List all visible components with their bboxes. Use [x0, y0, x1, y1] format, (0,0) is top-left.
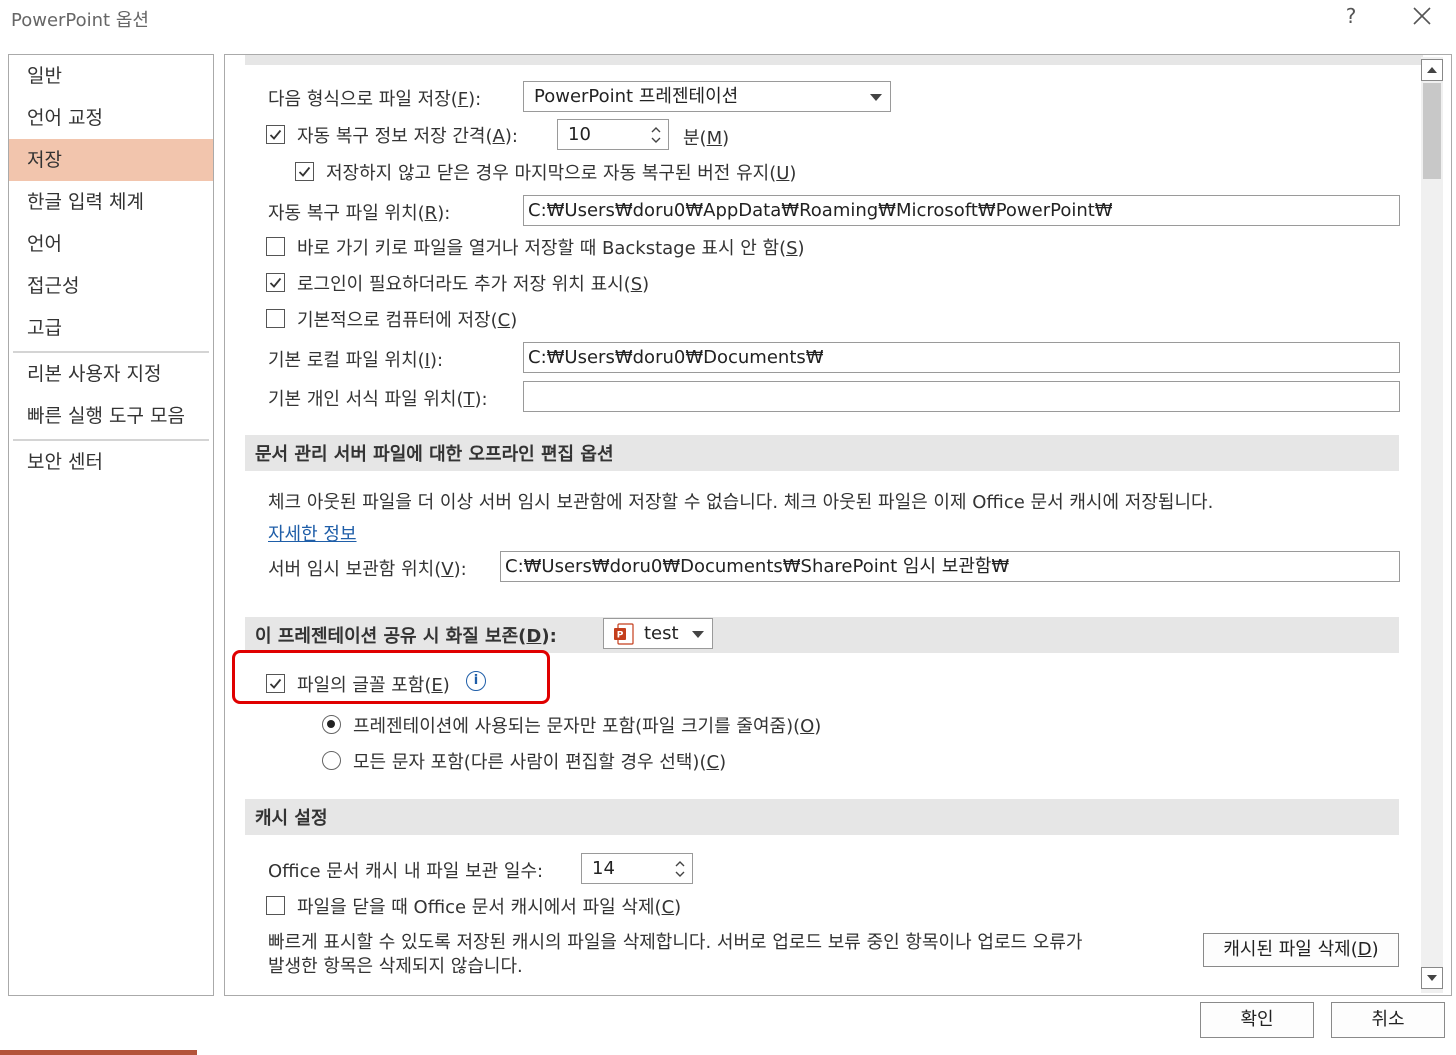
checkmark-icon: [298, 166, 311, 177]
autorecover-location-label: 자동 복구 파일 위치(R):: [268, 203, 451, 224]
backstage-label: 바로 가기 키로 파일을 열거나 저장할 때 Backstage 표시 안 함(…: [297, 238, 805, 259]
offline-description: 체크 아웃된 파일을 더 이상 서버 임시 보관함에 저장할 수 없습니다. 체…: [268, 492, 1214, 513]
local-location-input[interactable]: C:₩Users₩doru0₩Documents₩: [523, 342, 1400, 373]
fidelity-title: 이 프레젠테이션 공유 시 화질 보존(D):: [255, 626, 557, 647]
autorecover-location-input[interactable]: C:₩Users₩doru0₩AppData₩Roaming₩Microsoft…: [523, 195, 1400, 226]
template-location-label: 기본 개인 서식 파일 위치(T):: [268, 389, 488, 410]
sidebar-item-save[interactable]: 저장: [9, 139, 213, 181]
embed-used-chars-label: 프레젠테이션에 사용되는 문자만 포함(파일 크기를 줄여줌)(O): [353, 716, 822, 737]
help-button[interactable]: ?: [1338, 4, 1364, 32]
sidebar-item-accessibility[interactable]: 접근성: [9, 265, 213, 307]
scroll-up-button[interactable]: [1421, 59, 1443, 81]
chevron-down-icon: [692, 631, 704, 638]
cache-days-value: 14: [592, 858, 615, 879]
save-to-computer-label: 기본적으로 컴퓨터에 저장(C): [297, 310, 518, 331]
sidebar-item-korean-input[interactable]: 한글 입력 체계: [9, 181, 213, 223]
delete-cached-files-button[interactable]: 캐시된 파일 삭제(D): [1203, 933, 1399, 967]
autorecover-checkbox[interactable]: [266, 125, 285, 144]
sidebar-item-language[interactable]: 언어: [9, 223, 213, 265]
cache-description-line-1: 빠르게 표시할 수 있도록 저장된 캐시의 파일을 삭제합니다. 서버로 업로드…: [268, 932, 1083, 953]
additional-places-label: 로그인이 필요하더라도 추가 저장 위치 표시(S): [297, 274, 650, 295]
cache-description-line-2: 발생한 항목은 삭제되지 않습니다.: [268, 956, 523, 977]
save-format-label: 다음 형식으로 파일 저장(F):: [268, 89, 482, 110]
save-format-dropdown[interactable]: PowerPoint 프레젠테이션: [523, 81, 891, 112]
ok-button[interactable]: 확인: [1200, 1002, 1314, 1038]
taskbar-edge: [0, 1050, 197, 1055]
save-to-computer-checkbox[interactable]: [266, 309, 285, 328]
autorecover-label: 자동 복구 정보 저장 간격(A):: [297, 126, 518, 147]
spinner-arrows-icon[interactable]: [674, 857, 686, 881]
autorecover-minutes-stepper[interactable]: 10: [557, 119, 669, 150]
powerpoint-file-icon: P: [614, 623, 634, 645]
cache-days-label: Office 문서 캐시 내 파일 보관 일수:: [268, 861, 544, 882]
save-format-value: PowerPoint 프레젠테이션: [534, 86, 739, 107]
offline-editing-section-header: 문서 관리 서버 파일에 대한 오프라인 편집 옵션: [245, 435, 1399, 471]
cache-days-stepper[interactable]: 14: [581, 853, 693, 884]
sidebar-item-proofing[interactable]: 언어 교정: [9, 97, 213, 139]
learn-more-link[interactable]: 자세한 정보: [268, 520, 357, 546]
sidebar-item-advanced[interactable]: 고급: [9, 307, 213, 349]
autorecover-minutes-value: 10: [568, 124, 591, 145]
local-location-label: 기본 로컬 파일 위치(I):: [268, 350, 444, 371]
sidebar-item-customize-ribbon[interactable]: 리본 사용자 지정: [9, 353, 213, 395]
scrollbar-thumb[interactable]: [1423, 83, 1441, 179]
server-drafts-label: 서버 임시 보관함 위치(V):: [268, 559, 467, 580]
delete-on-close-label: 파일을 닫을 때 Office 문서 캐시에서 파일 삭제(C): [297, 897, 682, 918]
minutes-label: 분(M): [683, 128, 730, 149]
cache-title: 캐시 설정: [255, 808, 328, 829]
server-drafts-input[interactable]: C:₩Users₩doru0₩Documents₩SharePoint 임시 보…: [500, 551, 1400, 582]
additional-places-checkbox[interactable]: [266, 273, 285, 292]
checkmark-icon: [269, 277, 282, 288]
embed-fonts-highlight: [232, 650, 550, 704]
presentation-name: test: [644, 623, 679, 644]
embed-all-chars-radio[interactable]: [322, 751, 341, 770]
radio-selected-dot: [327, 720, 335, 728]
section-header-band: [245, 55, 1423, 65]
vertical-scrollbar[interactable]: [1421, 57, 1443, 993]
keep-last-version-checkbox[interactable]: [295, 162, 314, 181]
sidebar-item-general[interactable]: 일반: [9, 55, 213, 97]
svg-text:P: P: [617, 631, 624, 641]
save-options-panel: 다음 형식으로 파일 저장(F): PowerPoint 프레젠테이션 자동 복…: [224, 54, 1452, 996]
scroll-down-button[interactable]: [1421, 967, 1443, 989]
arrow-up-icon: [1427, 67, 1437, 73]
spinner-arrows-icon[interactable]: [650, 123, 662, 147]
window-title: PowerPoint 옵션: [11, 10, 149, 31]
template-location-input[interactable]: [523, 381, 1400, 412]
options-sidebar: 일반 언어 교정 저장 한글 입력 체계 언어 접근성 고급 리본 사용자 지정…: [8, 54, 214, 996]
arrow-down-icon: [1427, 975, 1437, 981]
presentation-dropdown[interactable]: P test: [603, 618, 713, 649]
chevron-down-icon: [870, 94, 882, 101]
title-bar: PowerPoint 옵션 ?: [0, 0, 1456, 38]
backstage-checkbox[interactable]: [266, 237, 285, 256]
sidebar-item-quick-access-toolbar[interactable]: 빠른 실행 도구 모음: [9, 395, 213, 437]
close-button[interactable]: [1404, 0, 1440, 34]
offline-editing-title: 문서 관리 서버 파일에 대한 오프라인 편집 옵션: [255, 444, 614, 465]
checkmark-icon: [269, 129, 282, 140]
embed-used-chars-radio[interactable]: [322, 715, 341, 734]
delete-on-close-checkbox[interactable]: [266, 896, 285, 915]
fidelity-section-header: 이 프레젠테이션 공유 시 화질 보존(D):: [245, 617, 1399, 653]
cancel-button[interactable]: 취소: [1331, 1002, 1445, 1038]
cache-section-header: 캐시 설정: [245, 799, 1399, 835]
close-icon: [1413, 7, 1431, 25]
sidebar-item-trust-center[interactable]: 보안 센터: [9, 441, 213, 483]
embed-all-chars-label: 모든 문자 포함(다른 사람이 편집할 경우 선택)(C): [353, 752, 727, 773]
keep-last-version-label: 저장하지 않고 닫은 경우 마지막으로 자동 복구된 버전 유지(U): [326, 163, 797, 184]
